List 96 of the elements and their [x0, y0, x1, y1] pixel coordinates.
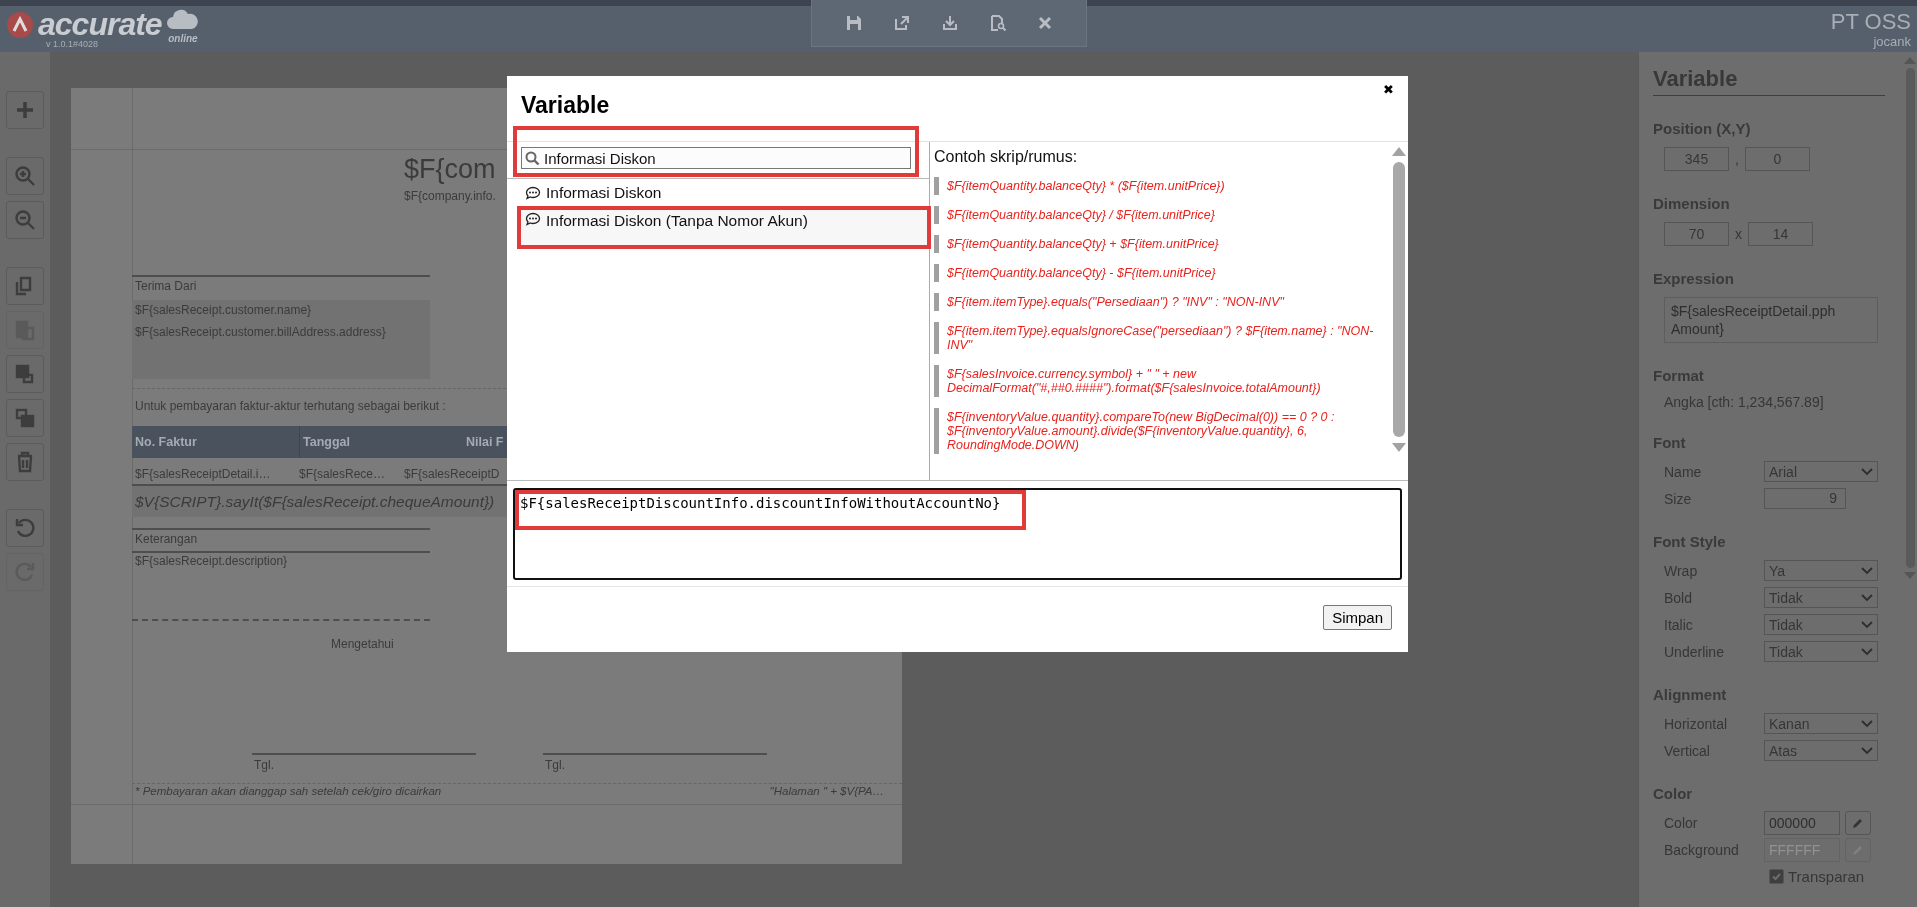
zoom-in-icon — [14, 165, 36, 187]
expression-field[interactable]: $F{salesReceiptDetail.pph Amount} — [1664, 297, 1878, 343]
chevron-down-icon — [1861, 647, 1873, 656]
separator-text: , — [1735, 151, 1739, 167]
expression-field[interactable]: $F{salesReceiptDiscountInfo.discountInfoWithoutAccountNo} — [513, 488, 1402, 580]
chevron-down-icon — [1861, 593, 1873, 602]
color-input[interactable]: 000000 — [1764, 810, 1840, 835]
footer-note: * Pembayaran akan dianggap sah setelah cek/giro dicairkan — [135, 785, 442, 797]
chevron-down-icon — [1861, 620, 1873, 629]
app-tagline: online — [168, 33, 198, 44]
page-number-field: "Halaman " + $V{PA… — [769, 785, 884, 797]
company-name-field: $F{com — [404, 154, 496, 185]
checkmark-icon — [1771, 871, 1782, 882]
section-label: Terima Dari — [135, 279, 197, 293]
pencil-icon — [1852, 816, 1864, 829]
chevron-down-icon — [1861, 719, 1873, 728]
dropdown[interactable]: Tidak — [1764, 614, 1878, 635]
signature-label: Mengetahui — [331, 637, 394, 651]
chevron-down-icon — [1861, 746, 1873, 755]
chevron-down-icon — [1861, 566, 1873, 575]
example-formula[interactable]: $F{itemQuantity.balanceQty} - $F{item.unitPrice} — [934, 264, 1386, 282]
cloud-icon — [165, 9, 198, 31]
field-label: Color — [1664, 814, 1699, 831]
examples-heading: Contoh skrip/rumus: — [934, 148, 1079, 166]
zoom-in-tool-button[interactable] — [6, 157, 44, 195]
table-cell: $F{salesRece… — [299, 467, 386, 481]
example-formula[interactable]: $F{itemQuantity.balanceQty} + $F{item.unitPrice} — [934, 235, 1386, 253]
variable-list-item[interactable]: Informasi Diskon (Tanpa Nomor Akun) — [521, 210, 927, 245]
example-formula[interactable]: $F{salesInvoice.currency.symbol} + " " + new DecimalFormat("#,##0.####").format($F{salesInvoice.totalAmount}) — [934, 365, 1386, 397]
dropdown[interactable]: Tidak — [1764, 641, 1878, 662]
add-icon — [14, 99, 36, 121]
field-label: Bold — [1664, 589, 1694, 606]
send-back-icon — [14, 407, 36, 429]
variable-list-item[interactable]: Informasi Diskon — [521, 183, 927, 202]
column-header: Tanggal — [299, 426, 350, 458]
scroll-down-icon[interactable] — [1392, 443, 1406, 453]
field-label: Vertical — [1664, 742, 1711, 759]
zoom-out-icon — [14, 209, 36, 231]
speech-bubble-icon — [525, 185, 541, 200]
date-label: Tgl. — [254, 758, 274, 772]
field-label: Horizontal — [1664, 715, 1729, 732]
color-picker-button[interactable] — [1845, 810, 1871, 835]
column-header: Nilai F — [466, 435, 504, 449]
save-button[interactable]: Simpan — [1323, 605, 1392, 630]
dropdown[interactable]: Kanan — [1764, 713, 1878, 734]
section-label: Keterangan — [135, 532, 198, 546]
download-icon — [941, 15, 958, 31]
table-cell: $F{salesReceiptDetail.i… — [135, 467, 271, 481]
example-formula[interactable]: $F{itemQuantity.balanceQty} * ($F{item.unitPrice}) — [934, 177, 1386, 195]
save-icon — [845, 15, 862, 31]
copy-tool-button[interactable] — [6, 267, 44, 305]
app-version: v 1.0.1#4028 — [46, 39, 100, 49]
dialog-title: Variable — [521, 92, 610, 119]
search-icon — [525, 150, 540, 166]
date-label: Tgl. — [545, 758, 565, 772]
document-search-icon — [989, 15, 1006, 31]
logo-icon — [6, 11, 34, 39]
export-icon — [893, 15, 910, 31]
checkbox[interactable] — [1769, 869, 1784, 884]
app-logo-text: accurate — [38, 9, 162, 39]
example-formula[interactable]: $F{item.itemType}.equals("Persediaan") ? "INV" : "NON-INV" — [934, 293, 1386, 311]
company-info-field: $F{company.info. — [404, 189, 496, 203]
color-picker-button[interactable] — [1845, 837, 1871, 862]
example-formula[interactable]: $F{item.itemType}.equalsIgnoreCase("persediaan") ? $F{item.name} : "NON-INV" — [934, 322, 1386, 354]
column-header: No. Faktur — [135, 435, 197, 449]
undo-tool-button[interactable] — [6, 509, 44, 547]
zoom-out-tool-button[interactable] — [6, 201, 44, 239]
table-cell: $F{salesReceiptD — [404, 467, 500, 481]
scroll-up-icon[interactable] — [1392, 146, 1406, 156]
chevron-down-icon — [1861, 467, 1873, 476]
dropdown[interactable]: Ya — [1764, 560, 1878, 581]
amount-words-field: $V{SCRIPT}.sayIt($F{salesReceipt.chequeAmount}) — [135, 492, 495, 511]
undo-icon — [14, 517, 36, 539]
bring-front-icon — [14, 363, 36, 385]
scroll-down-icon[interactable] — [1904, 572, 1916, 580]
example-formula[interactable]: $F{inventoryValue.quantity}.compareTo(new BigDecimal(0)) == 0 ? 0 : $F{inventoryValue.amount}.divide($F{inventoryValue.quantity}, 6, RoundingMode.DOWN) — [934, 408, 1386, 454]
checkbox-label: Transparan — [1788, 868, 1865, 885]
dropdown[interactable]: Atas — [1764, 740, 1878, 761]
speech-bubble-icon — [525, 212, 541, 226]
example-formula[interactable]: $F{itemQuantity.balanceQty} / $F{item.unitPrice} — [934, 206, 1386, 224]
highlight-frame: $F{salesReceiptDiscountInfo.discountInfoWithoutAccountNo} — [515, 490, 1026, 530]
search-field[interactable]: Informasi Diskon — [521, 147, 911, 169]
field-label: Background — [1664, 841, 1740, 858]
company-name: PT OSS — [1830, 9, 1911, 34]
delete-tool-button[interactable] — [6, 443, 44, 481]
field-label: Italic — [1664, 616, 1694, 633]
user-name: jocank — [1873, 33, 1911, 49]
dropdown[interactable]: Tidak — [1764, 587, 1878, 608]
intro-text: Untuk pembayaran faktur-aktur terhutang sebagai berikut : — [135, 399, 446, 413]
close-icon — [1037, 16, 1052, 30]
scroll-up-icon[interactable] — [1904, 56, 1916, 64]
close-button[interactable]: ✖ — [1381, 80, 1396, 99]
bring-front-tool-button[interactable] — [6, 355, 44, 393]
dropdown[interactable]: Arial — [1764, 461, 1878, 482]
add-tool-button[interactable] — [6, 91, 44, 129]
send-back-tool-button[interactable] — [6, 399, 44, 437]
